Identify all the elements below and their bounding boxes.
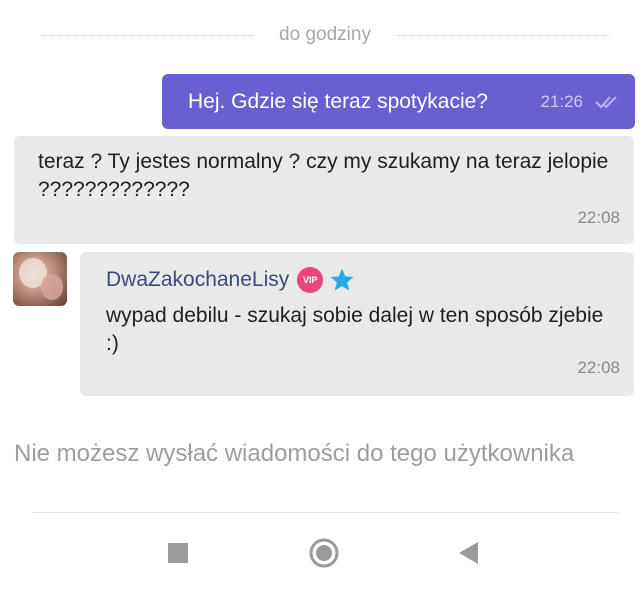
square-icon — [168, 543, 188, 563]
outgoing-message-time: 21:26 — [540, 91, 583, 111]
incoming-message-text: teraz ? Ty jestes normalny ? czy my szuk… — [38, 150, 609, 201]
avatar[interactable] — [13, 252, 67, 306]
home-button[interactable] — [307, 536, 341, 570]
recents-button[interactable] — [161, 536, 195, 570]
back-button[interactable] — [452, 536, 486, 570]
divider-line-right — [396, 34, 610, 36]
divider-line-left — [40, 34, 254, 36]
composer-divider — [32, 512, 618, 513]
incoming-message-time: 22:08 — [577, 358, 620, 377]
cannot-message-notice: Nie możesz wysłać wiadomości do tego uży… — [14, 440, 575, 467]
outgoing-message[interactable]: Hej. Gdzie się teraz spotykacie? 21:26 — [162, 74, 635, 129]
outgoing-message-text: Hej. Gdzie się teraz spotykacie? — [188, 89, 488, 113]
incoming-message[interactable]: teraz ? Ty jestes normalny ? czy my szuk… — [14, 136, 634, 244]
sender-row: DwaZakochaneLisy VIP — [106, 264, 608, 296]
incoming-message-time: 22:08 — [577, 208, 620, 227]
incoming-message-text: wypad debilu - szukaj sobie dalej w ten … — [106, 304, 604, 355]
star-icon — [330, 268, 354, 291]
triangle-back-icon — [459, 542, 478, 564]
sender-name[interactable]: DwaZakochaneLisy — [106, 268, 289, 292]
double-check-icon — [595, 95, 617, 108]
system-nav-bar — [0, 530, 640, 574]
incoming-message[interactable]: DwaZakochaneLisy VIP wypad debilu - szuk… — [80, 252, 634, 396]
date-divider: do godziny — [40, 20, 610, 50]
date-divider-label: do godziny — [279, 24, 371, 45]
vip-badge-icon: VIP — [297, 267, 324, 293]
circle-home-icon — [309, 538, 339, 568]
